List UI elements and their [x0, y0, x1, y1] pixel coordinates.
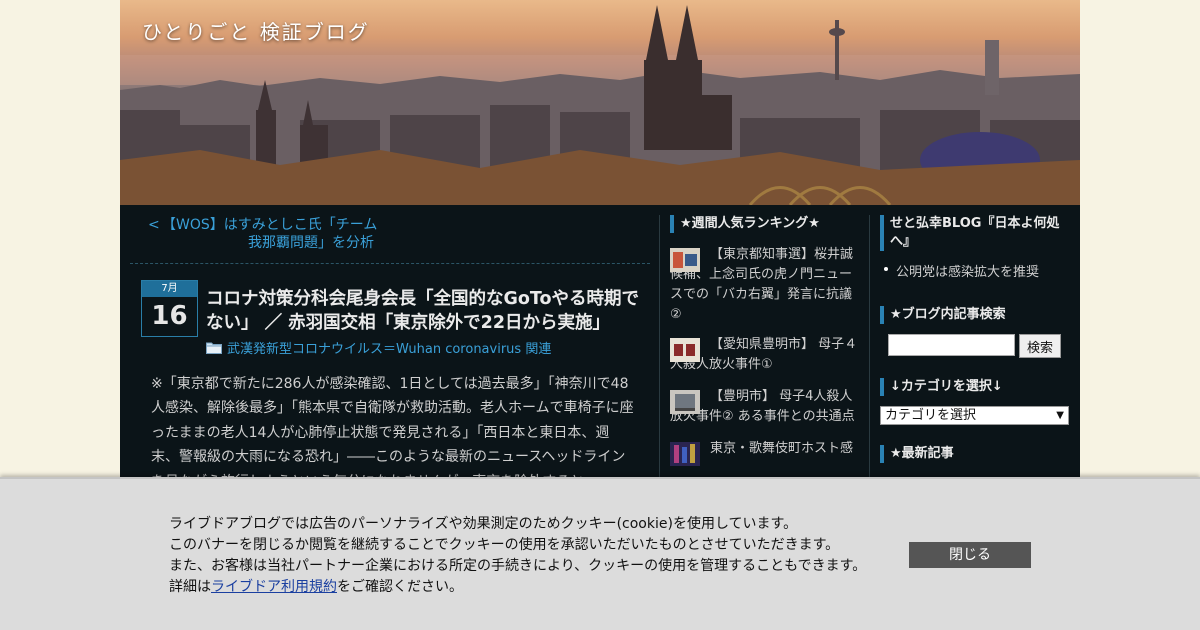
- prev-link-line2[interactable]: 我那覇問題」を分析: [148, 234, 468, 252]
- right-sidebar: せと弘幸BLOG『日本よ何処へ』 公明党は感染拡大を推奨 ★ブログ内記事検索 検…: [880, 215, 1070, 463]
- cookie-line: このバナーを閉じるか閲覧を継続することでクッキーの使用を承認いただいたものとさせ…: [169, 537, 840, 553]
- ranking-sidebar: ★週間人気ランキング★ 【東京都知事選】桜井誠候補、上念司氏の虎ノ門ニュースでの…: [670, 215, 860, 466]
- cookie-line: また、お客様は当社パートナー企業における所定の手続きにより、クッキーの使用を管理…: [169, 558, 867, 574]
- divider: [130, 263, 650, 264]
- category-select[interactable]: カテゴリを選択 ▼: [880, 406, 1069, 425]
- category-heading: ↓カテゴリを選択↓: [880, 378, 1070, 396]
- post-body: ※「東京都で新たに286人が感染確認、1日としては過去最多」「神奈川で48人感染…: [151, 376, 634, 490]
- latest-heading: ★最新記事: [880, 445, 1070, 463]
- post-category-label[interactable]: 武漢発新型コロナウイルス＝Wuhan coronavirus 関連: [227, 338, 551, 357]
- prev-arrow-icon: <: [148, 217, 160, 233]
- post-date-day: 16: [151, 301, 188, 331]
- search-button[interactable]: 検索: [1019, 334, 1062, 358]
- site-title[interactable]: ひとりごと 検証ブログ: [142, 16, 370, 45]
- folder-icon: [206, 342, 222, 354]
- thumb-4: [670, 442, 700, 466]
- prev-link-line1[interactable]: 【WOS】はすみとしこ氏「チーム: [162, 217, 377, 233]
- previous-post-link[interactable]: < 【WOS】はすみとしこ氏「チーム 我那覇問題」を分析: [148, 216, 468, 252]
- thumb-2: [670, 338, 700, 362]
- post-date: 7月 16: [141, 280, 198, 337]
- chevron-down-icon: ▼: [1056, 410, 1064, 421]
- cookie-line: 詳細はライブドア利用規約をご確認ください。: [169, 577, 889, 598]
- search-input[interactable]: [888, 334, 1015, 356]
- ranking-heading: ★週間人気ランキング★: [670, 215, 860, 233]
- search-heading: ★ブログ内記事検索: [880, 306, 1070, 324]
- thumb-3: [670, 390, 700, 414]
- ranking-item[interactable]: 【愛知県豊明市】 母子４人殺人放火事件①: [670, 335, 860, 375]
- cookie-line: ライブドアブログでは広告のパーソナライズや効果測定のためクッキー(cookie)…: [169, 516, 798, 532]
- cookie-line-prefix: 詳細は: [169, 579, 211, 595]
- search-form: 検索: [880, 334, 1070, 358]
- blog-feed-item[interactable]: 公明党は感染拡大を推奨: [880, 261, 1070, 280]
- cookie-text: ライブドアブログでは広告のパーソナライズや効果測定のためクッキー(cookie)…: [169, 514, 889, 598]
- post-category-link[interactable]: 武漢発新型コロナウイルス＝Wuhan coronavirus 関連: [206, 338, 551, 357]
- post-title[interactable]: コロナ対策分科会尾身会長「全国的なGoToやる時期でない」 ／ 赤羽国交相「東京…: [206, 287, 646, 335]
- terms-link[interactable]: ライブドア利用規約: [211, 579, 337, 595]
- ranking-item[interactable]: 【東京都知事選】桜井誠候補、上念司氏の虎ノ門ニュースでの「バカ右翼」発言に抗議②: [670, 245, 860, 325]
- cookie-banner: ライブドアブログでは広告のパーソナライズや効果測定のためクッキー(cookie)…: [0, 477, 1200, 630]
- ranking-item[interactable]: 東京・歌舞伎町ホスト感: [670, 439, 860, 466]
- ranking-item[interactable]: 【豊明市】 母子4人殺人放火事件② ある事件との共通点: [670, 387, 860, 427]
- cookie-line-suffix: をご確認ください。: [337, 579, 463, 595]
- header-banner[interactable]: ひとりごと 検証ブログ: [120, 0, 1080, 205]
- blog-heading: せと弘幸BLOG『日本よ何処へ』: [880, 215, 1070, 251]
- close-button[interactable]: 閉じる: [909, 542, 1031, 568]
- thumb-1: [670, 248, 700, 272]
- column-divider: [869, 215, 870, 485]
- post-date-month: 7月: [142, 281, 197, 297]
- column-divider: [659, 215, 660, 485]
- category-select-value: カテゴリを選択: [885, 408, 977, 423]
